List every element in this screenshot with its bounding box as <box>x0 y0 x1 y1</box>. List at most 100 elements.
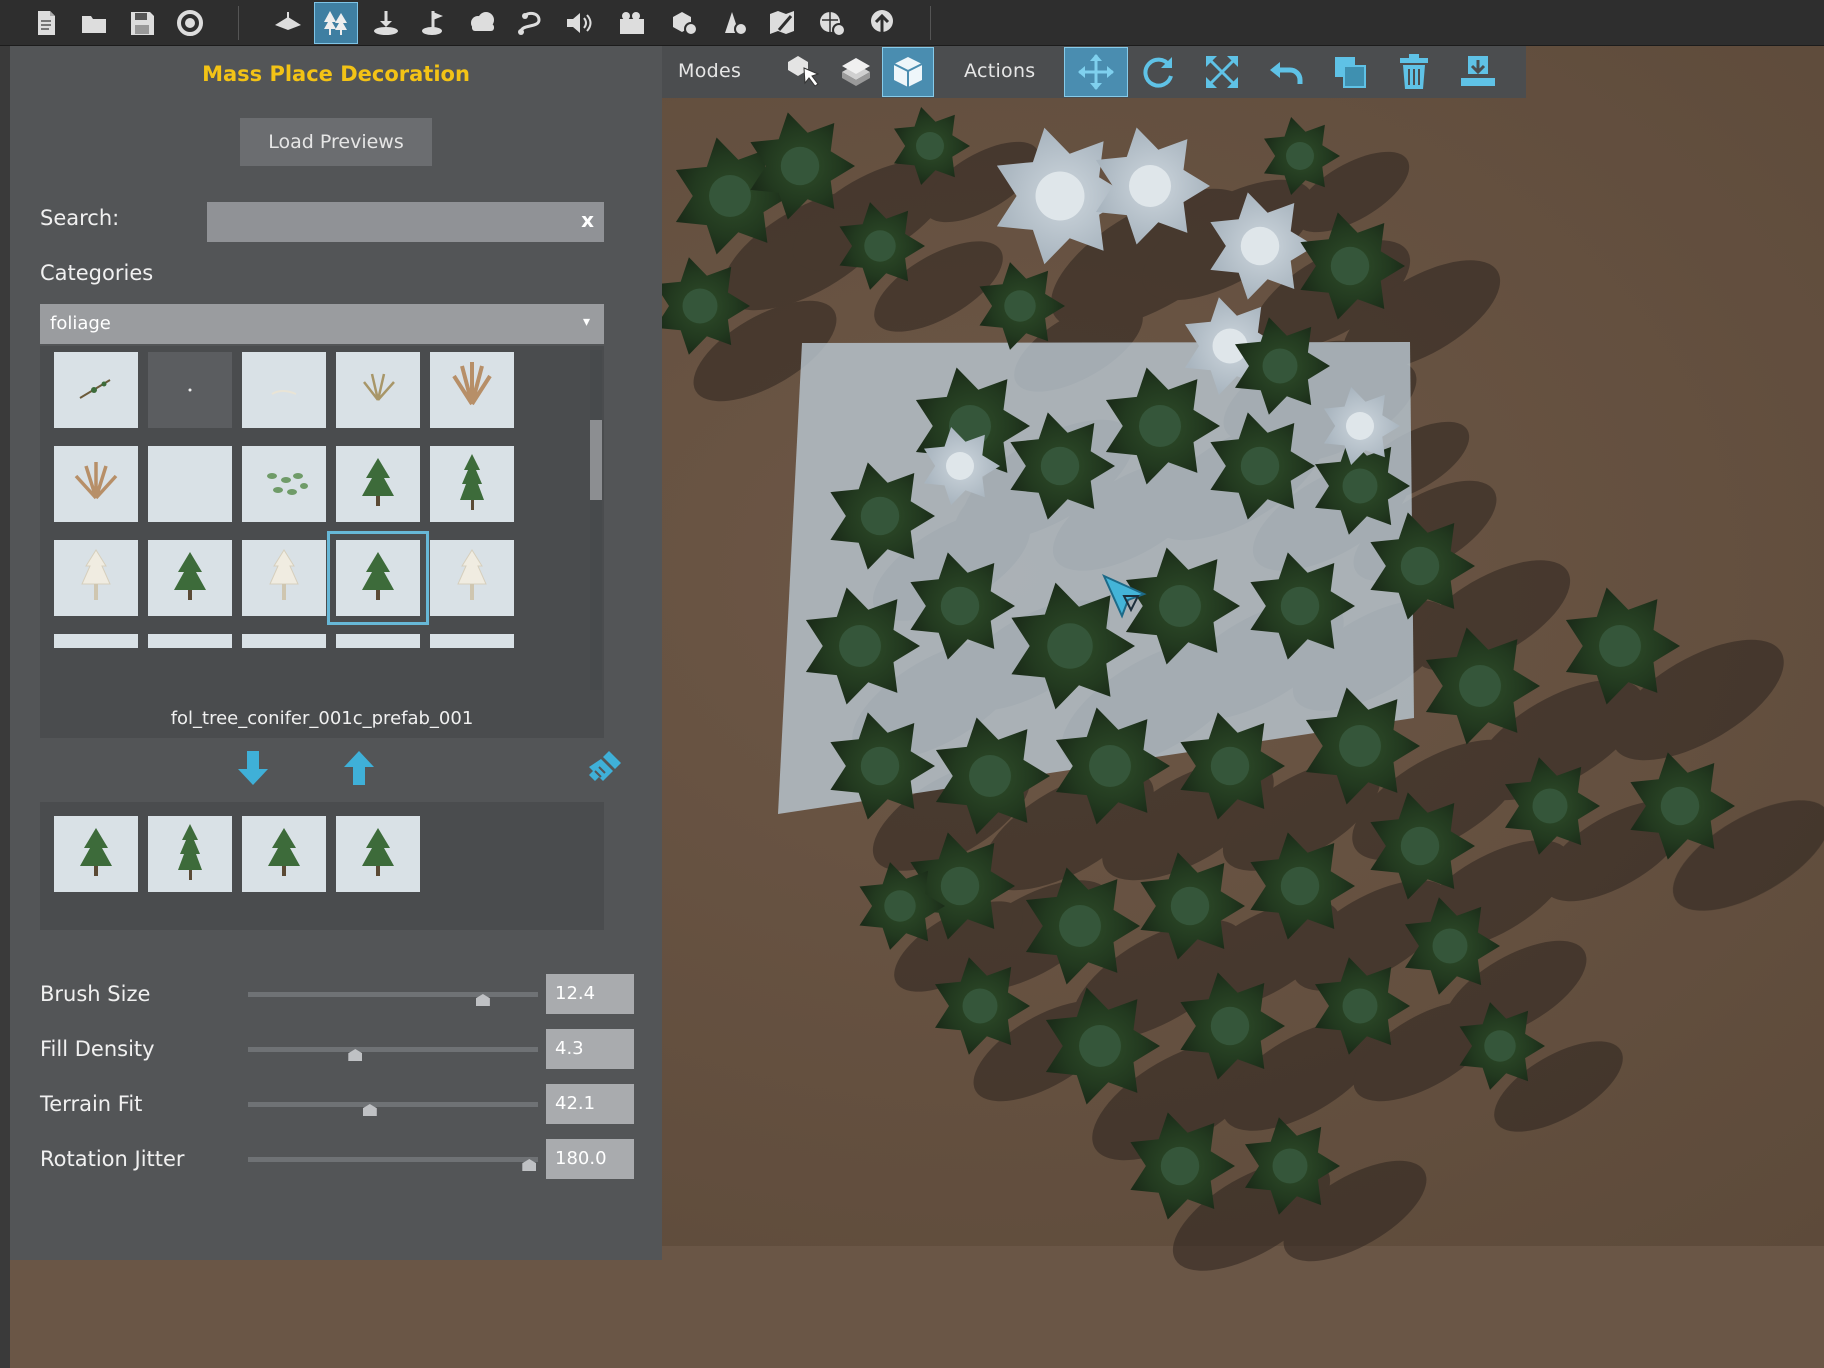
mode-actions-bar: Modes Actions <box>660 46 1526 98</box>
clear-selection-button[interactable] <box>582 746 626 790</box>
new-file-icon[interactable] <box>24 2 68 44</box>
forest-icon[interactable] <box>314 2 358 44</box>
remove-selected-button[interactable] <box>337 746 381 790</box>
mass-place-mode-icon[interactable] <box>882 47 934 97</box>
category-dropdown[interactable]: foliage ▾ <box>40 304 604 344</box>
prefab-tile[interactable] <box>54 352 138 428</box>
brush-size-slider[interactable] <box>248 984 538 1006</box>
grid-scrollbar[interactable] <box>590 350 602 690</box>
settings-cube-icon[interactable] <box>662 2 706 44</box>
slider-track <box>248 992 538 997</box>
fill-density-label: Fill Density <box>40 1037 155 1061</box>
prefab-tile[interactable] <box>148 352 232 428</box>
pale-tree-thumbnail-icon <box>269 549 299 600</box>
twig-thumbnail-icon <box>79 379 111 399</box>
map-edit-icon[interactable] <box>760 2 804 44</box>
prefab-tile[interactable] <box>148 446 232 522</box>
rotation-jitter-slider[interactable] <box>248 1149 538 1171</box>
refresh-icon[interactable] <box>168 2 212 44</box>
prefab-tile[interactable] <box>336 634 420 648</box>
open-folder-icon[interactable] <box>72 2 116 44</box>
camera-icon[interactable] <box>610 2 654 44</box>
prefab-tile[interactable] <box>148 634 232 648</box>
selected-prefab-tile[interactable] <box>242 816 326 892</box>
selected-prefab-tile[interactable] <box>54 816 138 892</box>
conifer-thumbnail-icon <box>362 552 394 600</box>
move-icon[interactable] <box>1064 47 1128 97</box>
road-icon[interactable] <box>412 2 456 44</box>
build-settings-icon[interactable] <box>712 2 756 44</box>
slider-track <box>248 1047 538 1052</box>
prefab-tile[interactable] <box>430 634 514 648</box>
sound-icon[interactable] <box>556 2 600 44</box>
dry-grass-thumbnail-icon <box>74 462 118 500</box>
selected-prefab-tile[interactable] <box>148 816 232 892</box>
slider-track <box>248 1102 538 1107</box>
mass-place-panel: Mass Place Decoration Load Previews Sear… <box>10 46 662 1260</box>
add-selected-button[interactable] <box>231 746 275 790</box>
prefab-tile[interactable] <box>242 352 326 428</box>
prefab-tile[interactable] <box>430 446 514 522</box>
scale-icon[interactable] <box>1196 47 1248 97</box>
duplicate-icon[interactable] <box>1324 47 1376 97</box>
conifer-thumbnail-icon <box>362 828 394 876</box>
rotate-icon[interactable] <box>1132 47 1184 97</box>
upload-icon[interactable] <box>860 2 904 44</box>
selected-prefabs-list <box>40 802 604 930</box>
fern-thumbnail-icon <box>452 362 492 406</box>
select-mode-icon[interactable] <box>778 47 830 97</box>
object-place-icon[interactable] <box>364 2 408 44</box>
world-settings-icon[interactable] <box>810 2 854 44</box>
pale-tree-thumbnail-icon <box>457 549 487 600</box>
selected-prefab-name: fol_tree_conifer_001c_prefab_001 <box>170 708 474 729</box>
cloud-icon[interactable] <box>460 2 504 44</box>
prefab-tile[interactable] <box>336 352 420 428</box>
snap-to-ground-icon[interactable] <box>1452 47 1504 97</box>
conifer-thumbnail-icon <box>80 828 112 876</box>
terrain-fit-value[interactable]: 42.1 <box>546 1084 634 1124</box>
terrain-icon[interactable] <box>266 2 310 44</box>
prefab-tile[interactable] <box>327 531 429 625</box>
actions-label: Actions <box>964 60 1036 82</box>
prefab-tile[interactable] <box>54 446 138 522</box>
prefab-tile[interactable] <box>148 540 232 616</box>
prefab-tile[interactable] <box>242 634 326 648</box>
prefab-tile[interactable] <box>242 540 326 616</box>
partial-thumbnail-icon <box>54 635 138 649</box>
save-icon[interactable] <box>120 2 164 44</box>
panel-title: Mass Place Decoration <box>202 62 470 86</box>
selected-prefab-tile[interactable] <box>336 816 420 892</box>
terrain-fit-slider[interactable] <box>248 1094 538 1116</box>
search-field: x <box>207 202 604 242</box>
rotation-jitter-value[interactable]: 180.0 <box>546 1139 634 1179</box>
prefab-tile[interactable] <box>430 352 514 428</box>
search-input[interactable] <box>207 202 567 242</box>
main-toolbar <box>0 0 1824 46</box>
prefab-tile[interactable] <box>242 446 326 522</box>
delete-icon[interactable] <box>1388 47 1440 97</box>
prefab-tile[interactable] <box>54 540 138 616</box>
fill-density-slider[interactable] <box>248 1039 538 1061</box>
category-value: foliage <box>50 313 111 334</box>
categories-label: Categories <box>40 261 154 285</box>
partial-thumbnail-icon <box>336 635 420 649</box>
partial-thumbnail-icon <box>430 635 514 649</box>
prefab-tile[interactable] <box>430 540 514 616</box>
brush-size-value[interactable]: 12.4 <box>546 974 634 1014</box>
scrollbar-thumb[interactable] <box>590 420 602 500</box>
conifer-thumbnail-icon <box>174 552 206 600</box>
prefab-tile[interactable] <box>336 446 420 522</box>
prefab-tile[interactable] <box>54 634 138 648</box>
arrow-down-icon <box>238 751 268 785</box>
arrow-up-icon <box>344 751 374 785</box>
paint-mode-icon[interactable] <box>830 47 882 97</box>
undo-icon[interactable] <box>1260 47 1312 97</box>
fill-density-value[interactable]: 4.3 <box>546 1029 634 1069</box>
partial-thumbnail-icon <box>148 635 232 649</box>
spline-icon[interactable] <box>508 2 552 44</box>
load-previews-button[interactable]: Load Previews <box>240 118 432 166</box>
grass-faint-thumbnail-icon <box>271 390 297 395</box>
search-clear-button[interactable]: x <box>581 208 594 232</box>
tall-conifer-thumbnail-icon <box>460 454 484 510</box>
blank-thumbnail-icon <box>148 446 232 522</box>
